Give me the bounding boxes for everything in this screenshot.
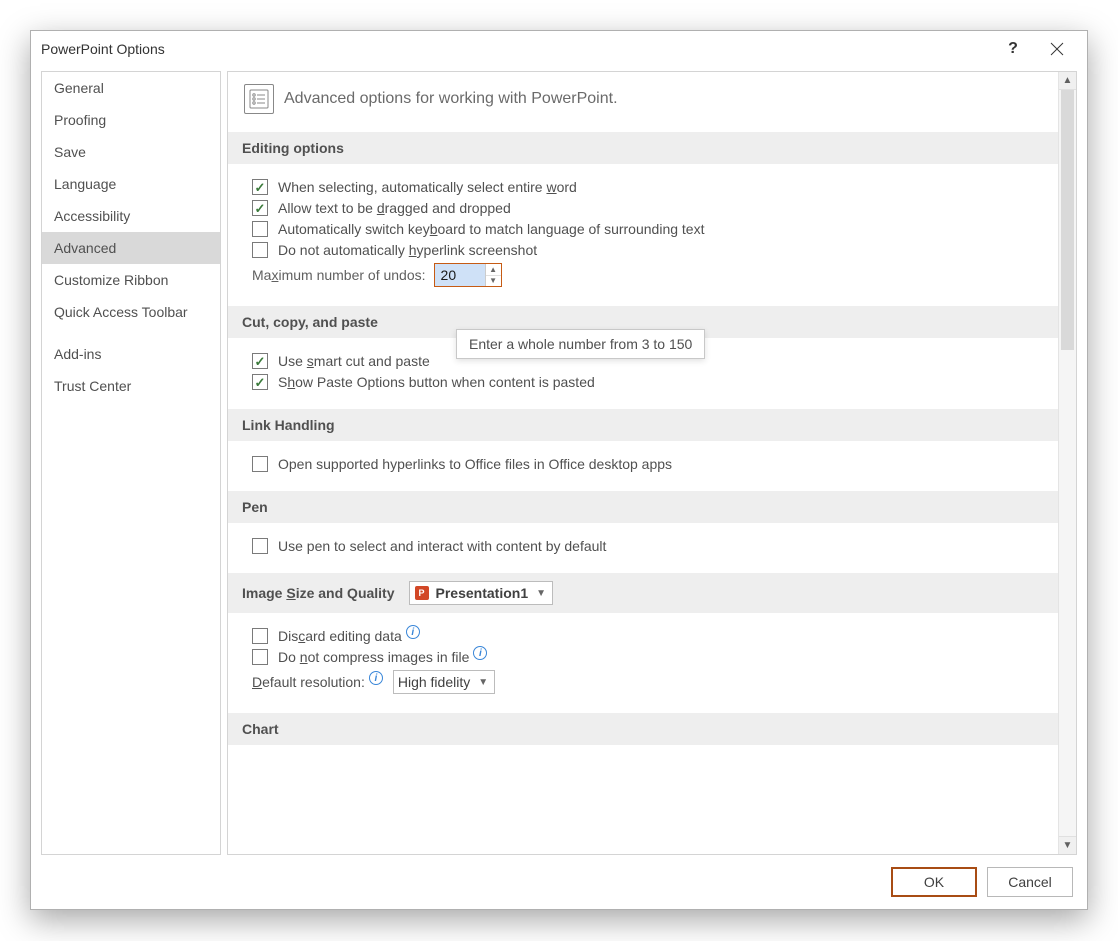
sidebar-item-accessibility[interactable]: Accessibility xyxy=(42,200,220,232)
powerpoint-file-icon: P xyxy=(414,585,430,601)
chevron-down-icon: ▼ xyxy=(536,588,546,599)
scroll-up-icon[interactable]: ▲ xyxy=(1059,72,1076,90)
checkbox-pen-select[interactable] xyxy=(252,538,268,554)
label-auto-keyboard: Automatically switch keyboard to match l… xyxy=(278,221,704,237)
section-pen-header: Pen xyxy=(228,491,1058,523)
window-title: PowerPoint Options xyxy=(41,41,991,57)
info-icon[interactable]: i xyxy=(369,671,383,685)
label-discard-editing: Discard editing data xyxy=(278,628,402,644)
checkbox-discard-editing[interactable] xyxy=(252,628,268,644)
checkbox-drag-drop[interactable] xyxy=(252,200,268,216)
spinner-down-icon[interactable]: ▼ xyxy=(486,276,501,287)
scroll-down-icon[interactable]: ▼ xyxy=(1059,836,1076,854)
titlebar: PowerPoint Options ? xyxy=(31,31,1087,67)
spinner-up-icon[interactable]: ▲ xyxy=(486,264,501,276)
undo-input[interactable] xyxy=(435,264,485,286)
checkbox-select-word[interactable] xyxy=(252,179,268,195)
category-sidebar: General Proofing Save Language Accessibi… xyxy=(41,71,221,855)
dialog-footer: OK Cancel xyxy=(31,855,1087,909)
undo-spinner[interactable]: ▲▼ xyxy=(434,263,502,287)
section-editing-header: Editing options xyxy=(228,132,1058,164)
cancel-button[interactable]: Cancel xyxy=(987,867,1073,897)
default-resolution-dropdown[interactable]: High fidelity ▼ xyxy=(393,670,495,694)
checkbox-no-hyperlink[interactable] xyxy=(252,242,268,258)
checkbox-paste-options[interactable] xyxy=(252,374,268,390)
label-select-word: When selecting, automatically select ent… xyxy=(278,179,577,195)
section-link-header: Link Handling xyxy=(228,409,1058,441)
options-dialog: PowerPoint Options ? General Proofing Sa… xyxy=(30,30,1088,910)
sidebar-item-save[interactable]: Save xyxy=(42,136,220,168)
label-pen-select: Use pen to select and interact with cont… xyxy=(278,538,606,554)
checkbox-open-links[interactable] xyxy=(252,456,268,472)
sidebar-item-quick-access-toolbar[interactable]: Quick Access Toolbar xyxy=(42,296,220,328)
section-image-header: Image Size and Quality P Presentation1 ▼ xyxy=(228,573,1058,613)
sidebar-item-language[interactable]: Language xyxy=(42,168,220,200)
checkbox-no-compress[interactable] xyxy=(252,649,268,665)
image-target-dropdown[interactable]: P Presentation1 ▼ xyxy=(409,581,554,605)
chevron-down-icon: ▼ xyxy=(478,677,488,688)
checkbox-smart-cut[interactable] xyxy=(252,353,268,369)
label-smart-cut: Use smart cut and paste xyxy=(278,353,430,369)
close-button[interactable] xyxy=(1035,31,1079,67)
undo-label: Maximum number of undos: xyxy=(252,267,426,283)
scroll-thumb[interactable] xyxy=(1061,90,1074,350)
sidebar-item-trust-center[interactable]: Trust Center xyxy=(42,370,220,402)
ok-button[interactable]: OK xyxy=(891,867,977,897)
sidebar-item-customize-ribbon[interactable]: Customize Ribbon xyxy=(42,264,220,296)
sidebar-item-advanced[interactable]: Advanced xyxy=(42,232,220,264)
label-no-hyperlink: Do not automatically hyperlink screensho… xyxy=(278,242,537,258)
checkbox-auto-keyboard[interactable] xyxy=(252,221,268,237)
info-icon[interactable]: i xyxy=(473,646,487,660)
page-header-text: Advanced options for working with PowerP… xyxy=(284,90,618,108)
label-no-compress: Do not compress images in file xyxy=(278,649,469,665)
sidebar-item-general[interactable]: General xyxy=(42,72,220,104)
undo-tooltip: Enter a whole number from 3 to 150 xyxy=(456,329,705,359)
sidebar-item-proofing[interactable]: Proofing xyxy=(42,104,220,136)
help-button[interactable]: ? xyxy=(991,31,1035,67)
options-content: Advanced options for working with PowerP… xyxy=(228,72,1058,854)
advanced-options-icon xyxy=(244,84,274,114)
label-open-links: Open supported hyperlinks to Office file… xyxy=(278,456,672,472)
info-icon[interactable]: i xyxy=(406,625,420,639)
sidebar-item-add-ins[interactable]: Add-ins xyxy=(42,338,220,370)
label-paste-options: Show Paste Options button when content i… xyxy=(278,374,595,390)
section-chart-header: Chart xyxy=(228,713,1058,745)
label-drag-drop: Allow text to be dragged and dropped xyxy=(278,200,511,216)
vertical-scrollbar[interactable]: ▲ ▼ xyxy=(1058,72,1076,854)
default-resolution-label: Default resolution: xyxy=(252,674,365,690)
